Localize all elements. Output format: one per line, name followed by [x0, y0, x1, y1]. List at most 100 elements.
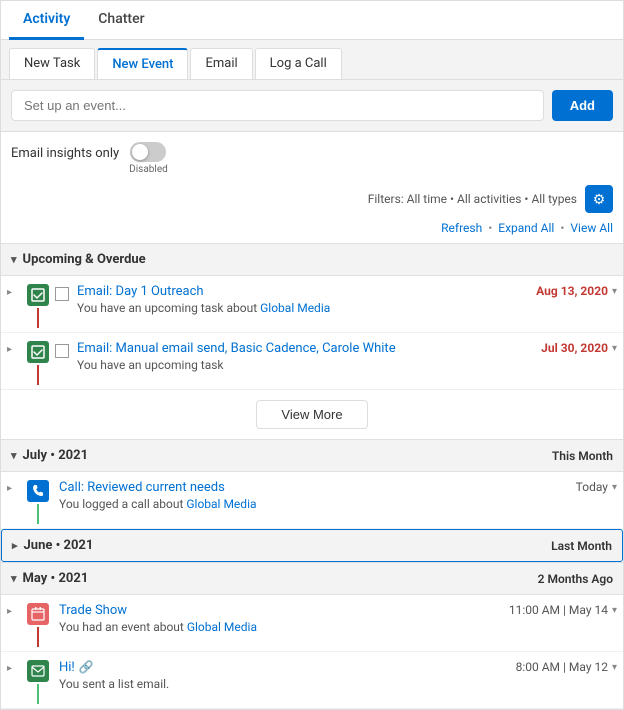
view-more-button[interactable]: View More: [256, 400, 367, 429]
item-title-row: Trade Show 11:00 AM | May 14 ▾: [59, 603, 617, 618]
item-link[interactable]: Global Media: [187, 620, 257, 634]
search-bar: Add: [1, 80, 623, 132]
item-subtitle: You have an upcoming task: [77, 358, 617, 372]
expand-icon[interactable]: ▸: [7, 284, 21, 298]
item-content: Email: Manual email send, Basic Cadence,…: [73, 341, 617, 372]
item-icon-wrap: [25, 660, 51, 704]
item-content: Call: Reviewed current needs Today ▾ You lo…: [55, 480, 617, 511]
item-subtitle: You had an event about Global Media: [59, 620, 617, 634]
search-input[interactable]: [11, 90, 544, 121]
item-date: 11:00 AM | May 14: [509, 603, 608, 617]
item-icon-wrap: [25, 603, 51, 647]
expand-all-link[interactable]: Expand All: [498, 221, 554, 235]
item-vline: [37, 684, 39, 704]
item-date: 8:00 AM | May 12: [516, 660, 608, 674]
item-vline: [37, 504, 39, 524]
email-insights-toggle[interactable]: [130, 142, 166, 162]
view-all-link[interactable]: View All: [570, 221, 613, 235]
item-link[interactable]: Global Media: [186, 497, 256, 511]
item-date: Today: [576, 480, 608, 494]
item-title[interactable]: Call: Reviewed current needs: [59, 480, 225, 495]
section-label-upcoming: Upcoming & Overdue: [23, 252, 146, 267]
item-dropdown-arrow[interactable]: ▾: [612, 605, 617, 616]
chevron-down-icon[interactable]: ▾: [11, 253, 17, 266]
item-title-row: Email: Manual email send, Basic Cadence,…: [77, 341, 617, 356]
item-title-row: Email: Day 1 Outreach Aug 13, 2020 ▾: [77, 284, 617, 299]
add-button[interactable]: Add: [552, 90, 613, 121]
call-icon: [27, 480, 49, 502]
toggle-state-label: Disabled: [129, 164, 168, 175]
tab-new-event[interactable]: New Event: [97, 48, 188, 79]
chevron-down-icon[interactable]: ▾: [11, 449, 17, 462]
section-header-left-upcoming: ▾ Upcoming & Overdue: [11, 252, 146, 267]
item-dropdown-arrow[interactable]: ▾: [612, 482, 617, 493]
event-icon: [27, 603, 49, 625]
section-header-left-july2021: ▾ July • 2021: [11, 448, 88, 463]
section-header-left-june2021: ▸ June • 2021: [12, 538, 93, 553]
item-date: Aug 13, 2020: [536, 284, 608, 298]
item-icon-wrap: [25, 480, 51, 524]
top-tabs: Activity Chatter: [1, 1, 623, 40]
item-subtitle: You have an upcoming task about Global M…: [77, 301, 617, 315]
table-row: ▸ Email: Manual email send, Basic Cadence…: [1, 333, 623, 390]
section-header-july2021[interactable]: ▾ July • 2021 This Month: [1, 439, 623, 472]
gear-icon: ⚙: [593, 191, 606, 208]
item-title[interactable]: Trade Show: [59, 603, 127, 618]
item-title-row: Call: Reviewed current needs Today ▾: [59, 480, 617, 495]
chevron-down-icon[interactable]: ▾: [11, 572, 17, 585]
item-title[interactable]: Email: Day 1 Outreach: [77, 284, 204, 299]
expand-icon[interactable]: ▸: [7, 603, 21, 617]
insights-row: Email insights only Disabled: [1, 132, 623, 181]
item-subtitle: You logged a call about Global Media: [59, 497, 617, 511]
item-checkbox[interactable]: [55, 287, 69, 301]
item-title-row: Hi!🔗 8:00 AM | May 12 ▾: [59, 660, 617, 675]
item-link[interactable]: Global Media: [260, 301, 330, 315]
table-row: ▸ Email: Day 1 Outreach Aug 13, 2020 ▾ You h…: [1, 276, 623, 333]
item-dropdown-arrow[interactable]: ▾: [612, 662, 617, 673]
section-header-upcoming[interactable]: ▾ Upcoming & Overdue: [1, 243, 623, 276]
tab-log-call[interactable]: Log a Call: [255, 48, 342, 79]
task-icon: [27, 341, 49, 363]
item-dropdown-arrow[interactable]: ▾: [612, 343, 617, 354]
gear-button[interactable]: ⚙: [585, 185, 613, 213]
item-dropdown-arrow[interactable]: ▾: [612, 286, 617, 297]
item-vline: [37, 308, 39, 328]
tab-email[interactable]: Email: [190, 48, 252, 79]
expand-icon[interactable]: ▸: [7, 660, 21, 674]
view-more-row: View More: [1, 390, 623, 439]
chevron-right-icon[interactable]: ▸: [12, 539, 18, 552]
tab-new-task[interactable]: New Task: [9, 48, 95, 79]
section-right-may2021: 2 Months Ago: [538, 572, 613, 586]
item-checkbox[interactable]: [55, 344, 69, 358]
item-icon-wrap: [25, 341, 51, 385]
section-header-june2021[interactable]: ▸ June • 2021 Last Month: [1, 529, 623, 562]
tab-chatter[interactable]: Chatter: [84, 1, 158, 40]
item-vline: [37, 627, 39, 647]
action-tabs: New Task New Event Email Log a Call: [1, 40, 623, 80]
section-label-july2021: July • 2021: [23, 448, 89, 463]
table-row: ▸Hi!🔗8:00 AM | May 12▾You sent a list em…: [1, 652, 623, 709]
expand-icon[interactable]: ▸: [7, 480, 21, 494]
item-title[interactable]: Email: Manual email send, Basic Cadence,…: [77, 341, 396, 356]
filters-text: Filters: All time • All activities • All…: [368, 192, 577, 206]
item-title[interactable]: Hi!🔗: [59, 660, 94, 675]
table-row: ▸ Trade Show 11:00 AM | May 14 ▾ You had an …: [1, 595, 623, 652]
item-date-row: Today ▾: [568, 480, 617, 494]
section-header-may2021[interactable]: ▾May • 2021 2 Months Ago: [1, 562, 623, 595]
expand-icon[interactable]: ▸: [7, 341, 21, 355]
item-date-row: Jul 30, 2020 ▾: [533, 341, 617, 355]
item-content: Trade Show 11:00 AM | May 14 ▾ You had an e…: [55, 603, 617, 634]
section-right-june2021: Last Month: [551, 539, 612, 553]
section-right-july2021: This Month: [552, 449, 613, 463]
item-content: Hi!🔗8:00 AM | May 12▾You sent a list ema…: [55, 660, 617, 691]
tab-activity[interactable]: Activity: [9, 1, 84, 40]
email-icon: [27, 660, 49, 682]
section-header-left-may2021: ▾May • 2021: [11, 571, 88, 586]
sections-container: ▾ Upcoming & Overdue ▸ Email: Day 1 Outreac…: [1, 243, 623, 709]
section-label-june2021: June • 2021: [24, 538, 94, 553]
item-date-row: 11:00 AM | May 14 ▾: [501, 603, 617, 617]
item-date: Jul 30, 2020: [541, 341, 608, 355]
item-content: Email: Day 1 Outreach Aug 13, 2020 ▾ You ha…: [73, 284, 617, 315]
table-row: ▸ Call: Reviewed current needs Today ▾ You l…: [1, 472, 623, 529]
refresh-link[interactable]: Refresh: [441, 221, 482, 235]
